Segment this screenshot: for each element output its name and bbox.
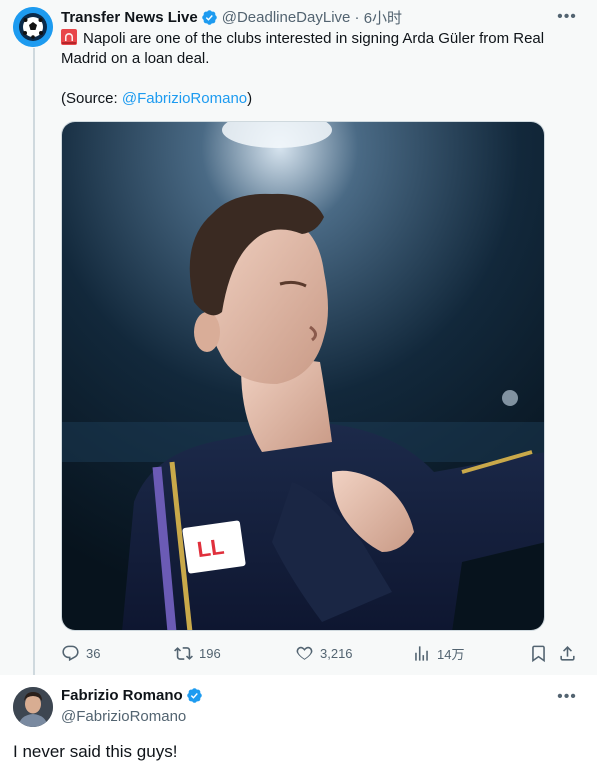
reply-author-name[interactable]: Fabrizio Romano — [61, 687, 183, 704]
retweet-button[interactable]: 196 — [174, 644, 221, 663]
thread-connector-line — [33, 48, 35, 675]
views-button[interactable]: 14万 — [412, 644, 464, 663]
reply-author-handle[interactable]: @FabrizioRomano — [61, 708, 186, 725]
tweet-body: Napoli are one of the clubs interested i… — [61, 30, 545, 67]
source-suffix: ) — [247, 90, 253, 107]
more-icon[interactable]: ••• — [557, 7, 577, 27]
author-handle[interactable]: @DeadlineDayLive — [222, 9, 351, 26]
tweet-actions: 36 196 3,216 14万 — [61, 644, 581, 666]
separator-dot: · — [354, 8, 360, 26]
reply-icon — [62, 645, 79, 662]
reply-text: I never said this guys! — [13, 742, 178, 761]
like-icon — [296, 646, 313, 660]
reply-author-row: Fabrizio Romano — [61, 687, 207, 704]
siren-icon — [61, 29, 77, 45]
verified-icon — [201, 9, 217, 25]
views-icon — [415, 646, 428, 661]
parent-tweet[interactable]: Transfer News Live @DeadlineDayLive · 6小… — [0, 0, 597, 675]
tweet-header: Transfer News Live @DeadlineDayLive · 6小… — [61, 7, 402, 27]
tweet-image[interactable]: LL — [61, 121, 545, 631]
like-count: 3,216 — [320, 646, 353, 661]
retweet-count: 196 — [199, 646, 221, 661]
share-button[interactable] — [558, 644, 583, 663]
bookmark-icon — [532, 645, 545, 663]
source-line: (Source: @FabrizioRomano) — [61, 89, 252, 109]
like-button[interactable]: 3,216 — [295, 644, 353, 663]
source-prefix: (Source: — [61, 90, 122, 107]
retweet-icon — [174, 647, 193, 660]
quoted-reply-tweet[interactable]: Fabrizio Romano @FabrizioRomano ••• I ne… — [0, 675, 597, 767]
tweet-time[interactable]: 6小时 — [364, 7, 402, 28]
bookmark-button[interactable] — [529, 644, 554, 663]
views-count: 14万 — [437, 647, 465, 662]
tweet-text: Napoli are one of the clubs interested i… — [61, 29, 571, 69]
share-icon — [560, 646, 575, 661]
source-link[interactable]: @FabrizioRomano — [122, 90, 247, 107]
author-name[interactable]: Transfer News Live — [61, 9, 198, 26]
reply-button[interactable]: 36 — [61, 644, 100, 663]
more-icon[interactable]: ••• — [557, 687, 577, 707]
verified-icon — [186, 688, 202, 703]
transfer-news-live-avatar[interactable] — [13, 7, 53, 47]
svg-text:LL: LL — [195, 534, 225, 562]
reply-count: 36 — [86, 646, 101, 661]
fabrizio-romano-avatar[interactable] — [13, 687, 53, 727]
player-photo: LL — [62, 122, 544, 630]
